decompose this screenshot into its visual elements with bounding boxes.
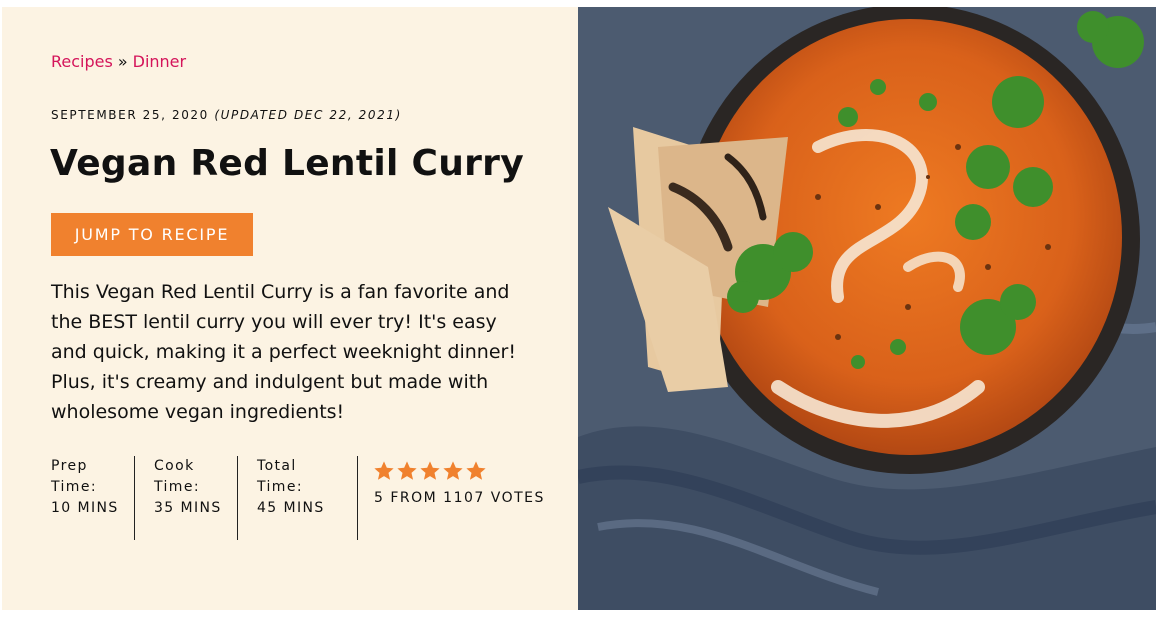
updated-date: (UPDATED DEC 22, 2021)	[214, 108, 402, 122]
star-icon[interactable]	[465, 460, 487, 482]
breadcrumb-dinner-link[interactable]: Dinner	[133, 52, 186, 71]
meta-divider	[134, 456, 135, 540]
meta-divider	[237, 456, 238, 540]
star-icon[interactable]	[373, 460, 395, 482]
curry-skillet-image	[578, 7, 1156, 610]
recipe-meta: Prep Time: 10 MINS Cook Time: 35 MINS To…	[2, 456, 578, 540]
recipe-photo	[578, 7, 1156, 610]
jump-to-recipe-button[interactable]: JUMP TO RECIPE	[51, 213, 253, 256]
total-time-label: Total Time:	[257, 458, 303, 495]
recipe-header-card: Recipes» Dinner SEPTEMBER 25, 2020 (UPDAT…	[2, 7, 578, 610]
star-icon[interactable]	[442, 460, 464, 482]
total-time-value: 45 MINS	[257, 500, 325, 516]
star-icon[interactable]	[419, 460, 441, 482]
prep-time-label: Prep Time:	[51, 458, 97, 495]
star-icon[interactable]	[396, 460, 418, 482]
post-date: SEPTEMBER 25, 2020 (UPDATED DEC 22, 2021…	[51, 108, 402, 122]
prep-time-value: 10 MINS	[51, 500, 119, 516]
cook-time-label: Cook Time:	[154, 458, 200, 495]
rating-votes: 5 FROM 1107 VOTES	[374, 490, 545, 506]
breadcrumb: Recipes» Dinner	[51, 52, 186, 71]
page-title: Vegan Red Lentil Curry	[50, 143, 525, 184]
total-time: Total Time: 45 MINS	[257, 456, 337, 519]
cook-time: Cook Time: 35 MINS	[154, 456, 224, 519]
recipe-description: This Vegan Red Lentil Curry is a fan fav…	[51, 281, 516, 423]
cook-time-value: 35 MINS	[154, 500, 222, 516]
prep-time: Prep Time: 10 MINS	[51, 456, 121, 519]
breadcrumb-recipes-link[interactable]: Recipes	[51, 52, 113, 71]
meta-divider	[357, 456, 358, 540]
star-rating[interactable]	[373, 460, 487, 482]
published-date: SEPTEMBER 25, 2020	[51, 108, 209, 122]
breadcrumb-separator: »	[117, 52, 128, 71]
